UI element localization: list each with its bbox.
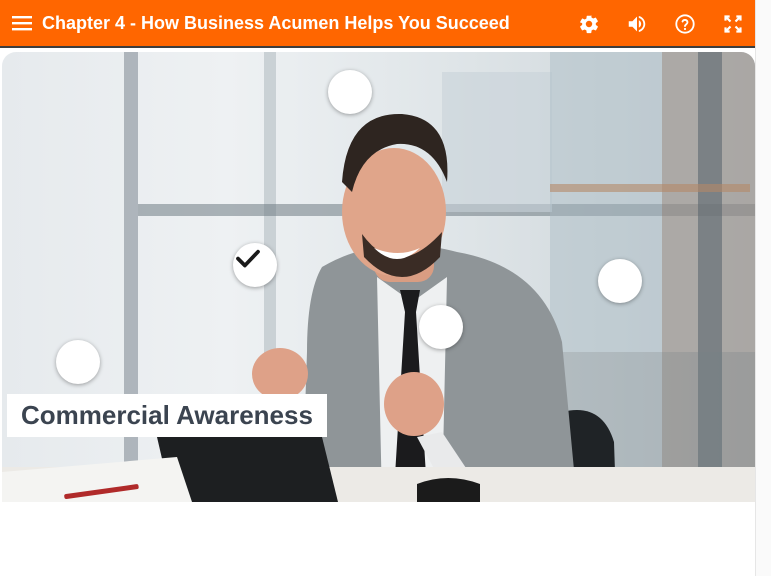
caption-text: Commercial Awareness (21, 400, 313, 430)
toolbar (577, 0, 745, 48)
header-bar: Chapter 4 - How Business Acumen Helps Yo… (0, 0, 755, 48)
scene-image: Commercial Awareness (2, 52, 755, 502)
hotspot-left-lower[interactable] (56, 340, 100, 384)
hotspot-left-middle-visited[interactable] (233, 243, 277, 287)
chapter-title: Chapter 4 - How Business Acumen Helps Yo… (42, 12, 510, 33)
hotspot-center[interactable] (419, 305, 463, 349)
checkmark-icon (236, 249, 260, 268)
help-icon[interactable] (673, 12, 697, 36)
caption-label: Commercial Awareness (7, 394, 327, 437)
fullscreen-icon[interactable] (721, 12, 745, 36)
hotspot-top-center[interactable] (328, 70, 372, 114)
page-scrollbar[interactable] (755, 0, 771, 576)
settings-gear-icon[interactable] (577, 12, 601, 36)
hamburger-menu-icon[interactable] (12, 14, 34, 32)
volume-icon[interactable] (625, 12, 649, 36)
hotspot-right-middle[interactable] (598, 259, 642, 303)
content-area (2, 502, 755, 576)
